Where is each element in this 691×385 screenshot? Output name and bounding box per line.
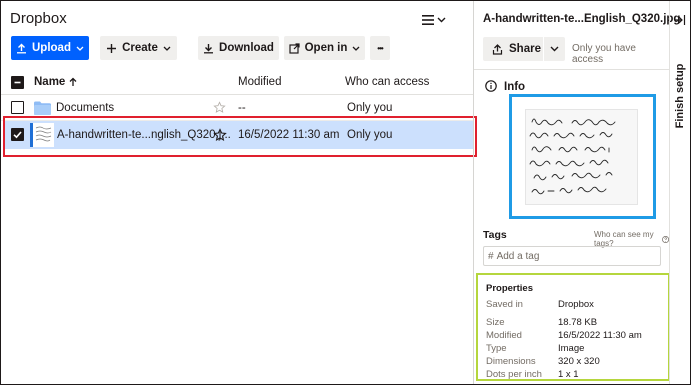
properties-highlight-box: Properties Saved in Dropbox Size 18.78 K… xyxy=(476,273,670,381)
tag-input-placeholder: Add a tag xyxy=(496,250,540,262)
chevron-down-icon xyxy=(352,46,360,51)
property-label: Size xyxy=(486,317,505,328)
modified-column-header[interactable]: Modified xyxy=(238,76,281,88)
row-access: Only you xyxy=(347,102,393,114)
create-button[interactable]: Create xyxy=(100,36,177,60)
share-split-divider xyxy=(543,37,544,61)
property-label: Dots per inch xyxy=(486,369,542,380)
finish-setup-label: Finish setup xyxy=(674,63,686,129)
select-all-checkbox[interactable] xyxy=(11,76,24,89)
selection-highlight-box xyxy=(3,116,477,157)
property-value: 1 x 1 xyxy=(558,369,579,380)
row-name[interactable]: Documents xyxy=(56,102,114,114)
share-label: Share xyxy=(509,43,541,55)
property-value: 16/5/2022 11:30 am xyxy=(558,330,642,341)
share-button[interactable]: Share xyxy=(483,37,565,61)
chevron-down-icon xyxy=(76,46,84,51)
details-panel: A-handwritten-te...English_Q320.jpg Shar… xyxy=(473,1,680,384)
property-label: Dimensions xyxy=(486,356,536,367)
property-value: 18.78 KB xyxy=(558,317,598,328)
properties-heading: Properties xyxy=(486,283,533,294)
file-browser-pane: Dropbox Upload Create Download Open in •… xyxy=(1,1,477,384)
file-preview-image[interactable] xyxy=(525,109,638,205)
open-in-label: Open in xyxy=(304,42,348,54)
help-icon xyxy=(661,235,669,243)
property-value: 320 x 320 xyxy=(558,356,600,367)
plus-icon xyxy=(107,43,117,53)
row-checkbox[interactable] xyxy=(11,101,24,114)
chevron-down-icon xyxy=(437,17,446,23)
name-column-label: Name xyxy=(34,76,66,88)
name-column-header[interactable]: Name xyxy=(34,76,77,88)
property-value: Dropbox xyxy=(558,299,594,310)
details-file-title: A-handwritten-te...English_Q320.jpg xyxy=(483,13,681,25)
chevron-down-icon xyxy=(163,46,171,51)
tag-input[interactable]: # Add a tag xyxy=(483,246,661,266)
upload-label: Upload xyxy=(32,42,71,54)
divider xyxy=(474,69,670,70)
list-header: Name Modified Who can access xyxy=(1,71,473,95)
more-actions-button[interactable]: ••• xyxy=(370,36,390,60)
star-icon[interactable] xyxy=(213,101,226,114)
collapse-panel-icon[interactable] xyxy=(674,14,686,26)
property-label: Type xyxy=(486,343,507,354)
property-label: Saved in xyxy=(486,299,523,310)
info-heading: Info xyxy=(504,81,526,93)
finish-setup-tab[interactable]: Finish setup xyxy=(671,61,689,131)
download-button[interactable]: Download xyxy=(198,36,279,60)
indeterminate-mark-icon xyxy=(14,81,21,84)
chevron-down-icon[interactable] xyxy=(550,46,559,52)
sort-arrow-up-icon xyxy=(69,77,77,86)
property-value: Image xyxy=(558,343,585,354)
app-title: Dropbox xyxy=(10,10,67,27)
upload-icon xyxy=(17,43,26,53)
upload-button[interactable]: Upload xyxy=(11,36,89,60)
download-label: Download xyxy=(219,42,274,54)
preview-highlight-box xyxy=(509,94,656,219)
view-toggle[interactable] xyxy=(422,11,450,29)
share-icon xyxy=(492,43,503,55)
access-column-header[interactable]: Who can access xyxy=(345,76,429,88)
access-text: Only you have access xyxy=(572,43,636,65)
download-icon xyxy=(204,43,214,53)
info-icon xyxy=(485,80,497,92)
tags-heading: Tags xyxy=(483,229,507,241)
list-view-icon xyxy=(422,15,434,25)
folder-icon xyxy=(34,101,51,115)
more-actions-label: ••• xyxy=(377,43,383,53)
create-label: Create xyxy=(122,42,158,54)
hash-icon: # xyxy=(488,250,494,262)
property-label: Modified xyxy=(486,330,522,341)
row-modified: -- xyxy=(238,102,246,114)
open-in-icon xyxy=(288,42,300,54)
open-in-button[interactable]: Open in xyxy=(284,36,365,60)
finish-setup-rail: Finish setup xyxy=(669,1,690,384)
